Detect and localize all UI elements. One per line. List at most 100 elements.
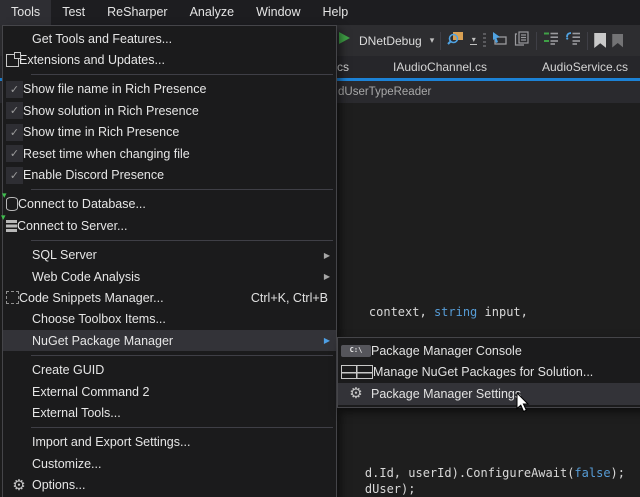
code-line: context, string input, xyxy=(340,277,528,319)
menu-item[interactable]: NuGet Package Manager xyxy=(3,330,336,351)
toolbar-separator xyxy=(536,32,537,50)
menu-item-label: Import and Export Settings... xyxy=(32,435,190,449)
document-tab[interactable]: AudioService.cs xyxy=(542,56,628,78)
menu-separator xyxy=(3,71,336,79)
menu-item-label: Create GUID xyxy=(32,363,104,377)
menu-item[interactable]: Connect to Server... xyxy=(3,215,336,236)
menu-item-label: External Command 2 xyxy=(32,385,149,399)
start-debug-icon[interactable] xyxy=(338,31,351,50)
menu-separator xyxy=(3,351,336,359)
menu-item[interactable]: SQL Server xyxy=(3,245,336,266)
navigate-to-icon[interactable] xyxy=(492,31,508,51)
menu-item[interactable]: Web Code Analysis xyxy=(3,266,336,287)
menu-item-icon xyxy=(6,81,23,98)
menu-item-label: Enable Discord Presence xyxy=(23,168,164,182)
menu-separator xyxy=(3,186,336,194)
menu-item[interactable]: Show solution in Rich Presence xyxy=(3,100,336,121)
toolbar-separator xyxy=(440,32,441,50)
menu-item-label: NuGet Package Manager xyxy=(32,334,173,348)
toolbar-grip[interactable] xyxy=(483,33,486,49)
submenu-item-label: Manage NuGet Packages for Solution... xyxy=(373,365,593,379)
menu-item-label: Extensions and Updates... xyxy=(19,53,165,67)
menu-item-icon xyxy=(6,291,19,304)
document-tab[interactable]: cs xyxy=(337,56,349,78)
copy-code-icon[interactable] xyxy=(514,31,530,51)
menu-item-label: Show time in Rich Presence xyxy=(23,125,179,139)
menu-item-label: Get Tools and Features... xyxy=(32,32,172,46)
submenu-item[interactable]: Package Manager Settings xyxy=(338,383,640,405)
menu-item[interactable]: Connect to Database... xyxy=(3,194,336,215)
menubar-item[interactable]: Analyze xyxy=(179,0,245,25)
mouse-cursor xyxy=(516,393,530,419)
menu-bar: Tools Test ReSharper Analyze Window Help xyxy=(0,0,640,25)
document-tab[interactable]: IAudioChannel.cs xyxy=(393,56,487,78)
menu-item-label: Show solution in Rich Presence xyxy=(23,104,199,118)
format-selection-icon[interactable] xyxy=(565,31,581,50)
menu-separator xyxy=(3,237,336,245)
menubar-item[interactable]: ReSharper xyxy=(96,0,178,25)
menu-item-icon xyxy=(6,145,23,162)
menu-item[interactable]: Import and Export Settings... xyxy=(3,432,336,453)
menu-item-label: Choose Toolbox Items... xyxy=(32,312,166,326)
menu-item[interactable]: Show file name in Rich Presence xyxy=(3,79,336,100)
menubar-item[interactable]: Test xyxy=(51,0,96,25)
menu-item-label: Web Code Analysis xyxy=(32,270,140,284)
menu-item-label: Options... xyxy=(32,478,86,492)
menu-item[interactable]: Options... xyxy=(3,474,336,495)
menu-item[interactable]: External Command 2 xyxy=(3,381,336,402)
menu-item-icon xyxy=(6,54,19,67)
submenu-arrow-icon xyxy=(318,336,330,345)
menu-item-label: Reset time when changing file xyxy=(23,147,190,161)
vs-ide-window: Tools Test ReSharper Analyze Window Help… xyxy=(0,0,640,497)
menu-item[interactable]: Extensions and Updates... xyxy=(3,49,336,70)
menu-item-icon xyxy=(6,167,23,184)
submenu-arrow-icon xyxy=(318,251,330,260)
code-line: se); xyxy=(336,484,394,497)
find-in-files-icon[interactable] xyxy=(447,30,464,51)
menu-item-icon xyxy=(6,478,32,493)
type-breadcrumb[interactable]: dUserTypeReader xyxy=(338,81,431,103)
submenu-arrow-icon xyxy=(318,272,330,281)
submenu-item-icon: C:\ xyxy=(341,345,371,357)
toolbar-separator xyxy=(587,32,588,50)
submenu-item-icon xyxy=(341,365,373,379)
bookmark-icon[interactable] xyxy=(594,33,606,48)
menu-item-label: Code Snippets Manager... xyxy=(19,291,164,305)
debug-config-selector[interactable]: DNetDebug xyxy=(357,34,424,48)
config-dropdown-caret-icon[interactable]: ▾ xyxy=(430,36,435,46)
menu-item-shortcut: Ctrl+K, Ctrl+B xyxy=(251,291,328,305)
menu-item-label: SQL Server xyxy=(32,248,97,262)
menu-item[interactable]: Show time in Rich Presence xyxy=(3,122,336,143)
console-icon-text: C:\ xyxy=(350,347,363,354)
submenu-item-label: Package Manager Settings xyxy=(371,387,521,401)
submenu-item-icon xyxy=(341,386,371,401)
find-overflow-caret-icon[interactable]: ▾ xyxy=(470,37,477,45)
menu-item-label: Show file name in Rich Presence xyxy=(23,82,206,96)
menu-item[interactable]: Create GUID xyxy=(3,359,336,380)
menu-item-label: Connect to Database... xyxy=(18,197,146,211)
menu-separator xyxy=(3,424,336,432)
tools-menu-dropdown: Get Tools and Features... Extensions and… xyxy=(2,25,337,497)
submenu-item[interactable]: Manage NuGet Packages for Solution... xyxy=(338,362,640,384)
submenu-item-label: Package Manager Console xyxy=(371,344,522,358)
menu-item-icon xyxy=(6,197,18,211)
menu-item[interactable]: External Tools... xyxy=(3,402,336,423)
menu-item[interactable]: Get Tools and Features... xyxy=(3,28,336,49)
menu-item[interactable]: Customize... xyxy=(3,453,336,474)
format-document-icon[interactable] xyxy=(543,31,559,50)
menubar-item[interactable]: Window xyxy=(245,0,311,25)
menu-item-label: External Tools... xyxy=(32,406,121,420)
menu-item[interactable]: Reset time when changing file xyxy=(3,143,336,164)
menubar-item[interactable]: Help xyxy=(312,0,360,25)
menu-item-icon xyxy=(6,124,23,141)
menu-item[interactable]: Enable Discord Presence xyxy=(3,164,336,185)
submenu-item[interactable]: C:\ Package Manager Console xyxy=(338,340,640,362)
menu-item[interactable]: Code Snippets Manager... Ctrl+K, Ctrl+B xyxy=(3,287,336,308)
menu-item-label: Customize... xyxy=(32,457,101,471)
menu-item-icon xyxy=(6,102,23,119)
next-bookmark-icon[interactable] xyxy=(612,34,623,48)
menu-item[interactable]: Choose Toolbox Items... xyxy=(3,309,336,330)
menu-item-label: Connect to Server... xyxy=(17,219,127,233)
menu-item-icon xyxy=(6,220,17,232)
menubar-item[interactable]: Tools xyxy=(0,0,51,25)
